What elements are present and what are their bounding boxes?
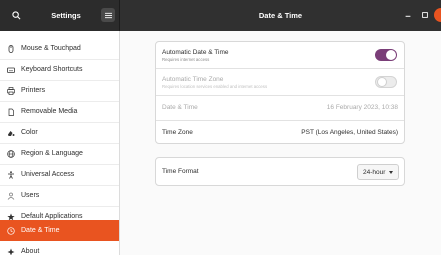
page-title: Date & Time xyxy=(258,11,303,20)
sidebar-item-label: Universal Access xyxy=(21,171,75,178)
sidebar-item-label: Default Applications xyxy=(21,213,83,220)
date-time-value: 16 February 2023, 10:38 xyxy=(326,104,398,111)
automatic-time-zone-label: Automatic Time Zone xyxy=(162,76,224,83)
time-format-row: Time Format 24-hour xyxy=(156,158,404,185)
sidebar-item-label: Date & Time xyxy=(21,227,60,234)
sidebar-item-label: Mouse & Touchpad xyxy=(21,45,81,52)
menu-button[interactable] xyxy=(101,8,115,22)
automatic-date-time-label: Automatic Date & Time xyxy=(162,49,229,56)
sidebar-item-users[interactable]: Users xyxy=(0,185,119,206)
users-icon xyxy=(6,191,16,201)
automatic-date-time-switch[interactable] xyxy=(375,49,397,61)
time-zone-label: Time Zone xyxy=(162,129,193,136)
automatic-date-time-row[interactable]: Automatic Date & Time Requires internet … xyxy=(156,42,404,68)
minimize-button[interactable] xyxy=(403,10,413,20)
hamburger-icon xyxy=(104,12,112,18)
sidebar: Mouse & Touchpad Keyboard Shortcuts Prin… xyxy=(0,31,120,255)
sidebar-item-removable-media[interactable]: Removable Media xyxy=(0,101,119,122)
switch-knob xyxy=(377,77,387,87)
sidebar-item-label: Users xyxy=(21,192,40,199)
sidebar-item-universal-access[interactable]: Universal Access xyxy=(0,164,119,185)
date-time-settings-card: Automatic Date & Time Requires internet … xyxy=(155,41,405,144)
sidebar-item-color[interactable]: Color xyxy=(0,122,119,143)
automatic-time-zone-switch[interactable] xyxy=(375,76,397,88)
sidebar-item-date-time[interactable]: Date & Time xyxy=(0,220,119,241)
time-format-value: 24-hour xyxy=(363,168,386,176)
app-title: Settings xyxy=(51,11,81,20)
sidebar-item-label: Color xyxy=(21,129,38,136)
time-zone-row[interactable]: Time Zone PST (Los Angeles, United State… xyxy=(156,121,404,143)
date-time-row[interactable]: Date & Time 16 February 2023, 10:38 xyxy=(156,96,404,120)
chevron-down-icon xyxy=(389,171,393,174)
sidebar-item-region-language[interactable]: Region & Language xyxy=(0,143,119,164)
minimize-icon xyxy=(405,15,411,17)
time-format-dropdown[interactable]: 24-hour xyxy=(357,164,399,180)
sidebar-item-label: Removable Media xyxy=(21,108,78,115)
main-panel: Automatic Date & Time Requires internet … xyxy=(120,31,441,255)
time-format-card: Time Format 24-hour xyxy=(155,157,405,186)
printer-icon xyxy=(6,86,16,96)
maximize-button[interactable] xyxy=(420,10,430,20)
close-button[interactable] xyxy=(434,8,441,22)
search-button[interactable] xyxy=(7,7,25,24)
header-bar: Settings Date & Time xyxy=(0,0,441,31)
keyboard-icon xyxy=(6,65,16,75)
mouse-icon xyxy=(6,44,16,54)
accessibility-icon xyxy=(6,170,16,180)
time-format-label: Time Format xyxy=(162,168,199,175)
search-icon xyxy=(11,11,20,20)
time-zone-value: PST (Los Angeles, United States) xyxy=(301,129,398,136)
about-icon xyxy=(6,247,16,255)
color-icon xyxy=(6,128,16,138)
globe-icon xyxy=(6,149,16,159)
sidebar-item-mouse-touchpad[interactable]: Mouse & Touchpad xyxy=(0,38,119,59)
sidebar-header: Settings xyxy=(0,0,120,31)
sidebar-item-about[interactable]: About xyxy=(0,241,119,255)
date-time-label: Date & Time xyxy=(162,104,198,111)
automatic-date-time-subtitle: Requires internet access xyxy=(162,57,210,62)
automatic-time-zone-subtitle: Requires location services enabled and i… xyxy=(162,84,268,89)
sidebar-item-label: Region & Language xyxy=(21,150,83,157)
sidebar-item-keyboard-shortcuts[interactable]: Keyboard Shortcuts xyxy=(0,59,119,80)
removable-media-icon xyxy=(6,107,16,117)
sidebar-item-label: Printers xyxy=(21,87,46,94)
switch-knob xyxy=(386,50,396,60)
sidebar-item-label: Keyboard Shortcuts xyxy=(21,66,83,73)
automatic-time-zone-row[interactable]: Automatic Time Zone Requires location se… xyxy=(156,69,404,95)
maximize-icon xyxy=(422,12,428,18)
sidebar-item-printers[interactable]: Printers xyxy=(0,80,119,101)
sidebar-item-label: About xyxy=(21,248,40,255)
clock-icon xyxy=(6,226,16,236)
